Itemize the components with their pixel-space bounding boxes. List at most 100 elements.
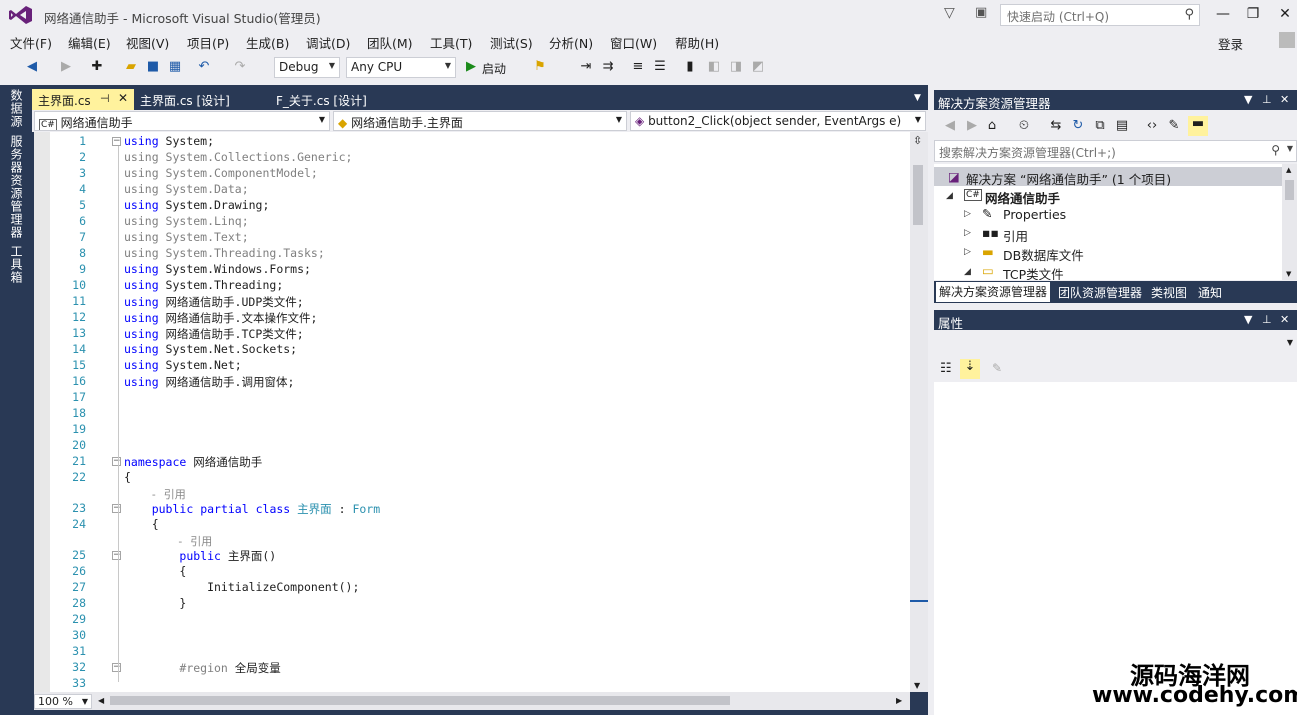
- chevron-down-icon[interactable]: ▼: [1244, 93, 1252, 106]
- scroll-right-icon[interactable]: ▶: [896, 696, 902, 705]
- menu-build[interactable]: 生成(B): [246, 33, 289, 52]
- next-bookmark-icon[interactable]: ◨: [728, 59, 744, 75]
- forward-icon[interactable]: ▶: [58, 59, 74, 75]
- tab-server-explorer[interactable]: 服务器资源管理器: [8, 135, 25, 239]
- collapsed-icon[interactable]: ▷: [964, 247, 971, 257]
- menu-test[interactable]: 测试(S): [490, 33, 533, 52]
- sync-icon[interactable]: ⇆: [1048, 118, 1064, 134]
- collapse-icon[interactable]: −: [112, 551, 121, 560]
- property-pages-wrench-icon[interactable]: ✎: [992, 361, 1002, 375]
- filter-icon[interactable]: ▽: [944, 5, 955, 21]
- properties-object-select[interactable]: ▼: [934, 333, 1297, 355]
- collapsed-icon[interactable]: ▷: [964, 228, 971, 238]
- uncomment-icon[interactable]: ☰: [652, 59, 668, 75]
- home-icon[interactable]: ⌂: [984, 118, 1000, 134]
- menu-analyze[interactable]: 分析(N): [549, 33, 593, 52]
- back-icon[interactable]: ◀: [942, 118, 958, 134]
- tab-about-design[interactable]: F_关于.cs [设计]: [270, 89, 373, 110]
- code-editor[interactable]: 1 − using System; 2 using System.Collect…: [34, 132, 910, 692]
- back-icon[interactable]: ◀: [24, 59, 40, 75]
- forward-icon[interactable]: ▶: [964, 118, 980, 134]
- minimize-button[interactable]: —: [1210, 4, 1236, 26]
- pin-icon[interactable]: ⊥: [1262, 313, 1272, 326]
- tree-item-tcp-folder[interactable]: ◢ ▭ TCP类文件: [934, 262, 1282, 280]
- member-dropdown[interactable]: ◈ button2_Click(object sender, EventArgs…: [630, 111, 926, 131]
- browser-link-icon[interactable]: ⚑: [532, 59, 548, 75]
- collapse-icon[interactable]: −: [112, 137, 121, 146]
- tab-main-form-code[interactable]: 主界面.cs ⊣ ✕: [32, 89, 134, 110]
- collapse-icon[interactable]: −: [112, 663, 121, 672]
- step-over-icon[interactable]: ⇉: [600, 59, 616, 75]
- quick-launch-input[interactable]: 快速启动 (Ctrl+Q) ⚲: [1000, 4, 1200, 26]
- solution-tree-scroll-thumb[interactable]: [1285, 180, 1294, 200]
- solution-tree-scrollbar[interactable]: ▲ ▼: [1282, 164, 1297, 280]
- menu-file[interactable]: 文件(F): [10, 33, 52, 52]
- menu-tools[interactable]: 工具(T): [430, 33, 472, 52]
- codelens-references[interactable]: - 引用: [124, 486, 185, 502]
- solution-explorer-search-input[interactable]: 搜索解决方案资源管理器(Ctrl+;) ⚲ ▼: [934, 140, 1297, 162]
- editor-scroll-thumb[interactable]: [913, 165, 923, 225]
- pin-icon[interactable]: ⊥: [1262, 93, 1272, 106]
- close-button[interactable]: ✕: [1272, 4, 1297, 26]
- tree-item-project[interactable]: ◢ C# 网络通信助手: [934, 186, 1282, 206]
- scroll-left-icon[interactable]: ◀: [98, 696, 104, 705]
- solution-config-select[interactable]: Debug ▼: [274, 57, 340, 78]
- comment-icon[interactable]: ≡: [630, 59, 646, 75]
- undo-icon[interactable]: ↶: [196, 59, 212, 75]
- alphabetical-sort-icon[interactable]: ⇣: [960, 359, 980, 379]
- tree-item-solution[interactable]: ◪ 解决方案 “网络通信助手” (1 个项目): [934, 167, 1282, 187]
- bookmark-icon[interactable]: ▮: [682, 59, 698, 75]
- tab-team-explorer[interactable]: 团队资源管理器: [1058, 284, 1142, 301]
- menu-help[interactable]: 帮助(H): [675, 33, 719, 52]
- chevron-down-icon[interactable]: ▼: [1287, 144, 1293, 153]
- project-dropdown[interactable]: C# 网络通信助手 ▼: [34, 111, 330, 131]
- tab-data-sources[interactable]: 数据源: [8, 89, 25, 128]
- split-icon[interactable]: ⇳: [913, 134, 922, 147]
- collapsed-icon[interactable]: ▷: [964, 209, 971, 219]
- menu-team[interactable]: 团队(M): [367, 33, 413, 52]
- tab-main-form-design[interactable]: 主界面.cs [设计]: [134, 89, 236, 110]
- chevron-down-icon[interactable]: ▼: [1244, 313, 1252, 326]
- login-link[interactable]: 登录: [1218, 34, 1243, 53]
- view-code-icon[interactable]: ‹›: [1144, 118, 1160, 134]
- step-into-icon[interactable]: ⇥: [578, 59, 594, 75]
- scroll-down-icon[interactable]: ▼: [914, 681, 920, 690]
- tab-solution-explorer[interactable]: 解决方案资源管理器: [936, 282, 1051, 302]
- scroll-down-icon[interactable]: ▼: [1286, 270, 1291, 278]
- menu-project[interactable]: 项目(P): [187, 33, 229, 52]
- feedback-icon[interactable]: ▣: [975, 5, 987, 20]
- tree-item-properties[interactable]: ▷ ✎ Properties: [934, 205, 1282, 224]
- zoom-select[interactable]: 100 % ▼: [34, 694, 92, 709]
- codelens-references[interactable]: - 引用: [124, 533, 212, 549]
- tree-item-db-folder[interactable]: ▷ ▬ DB数据库文件: [934, 243, 1282, 263]
- refresh-icon[interactable]: ↻: [1070, 118, 1086, 134]
- menu-debug[interactable]: 调试(D): [306, 33, 350, 52]
- menu-edit[interactable]: 编辑(E): [68, 33, 111, 52]
- restore-button[interactable]: ❐: [1240, 4, 1266, 26]
- categorized-icon[interactable]: ☷: [940, 361, 952, 376]
- collapse-icon[interactable]: −: [112, 457, 121, 466]
- save-all-icon[interactable]: ▦: [167, 59, 183, 75]
- platform-select[interactable]: Any CPU ▼: [346, 57, 456, 78]
- history-icon[interactable]: ⏲: [1016, 118, 1032, 134]
- collapse-icon[interactable]: −: [112, 504, 121, 513]
- tab-toolbox[interactable]: 工具箱: [8, 245, 25, 284]
- close-icon[interactable]: ✕: [1280, 93, 1289, 106]
- redo-icon[interactable]: ↷: [232, 59, 248, 75]
- collapse-all-icon[interactable]: ⧉: [1092, 118, 1108, 134]
- tree-item-references[interactable]: ▷ ▪▪ 引用: [934, 224, 1282, 244]
- show-all-files-icon[interactable]: ▤: [1114, 118, 1130, 134]
- menu-window[interactable]: 窗口(W): [610, 33, 657, 52]
- menu-view[interactable]: 视图(V): [126, 33, 169, 52]
- prev-bookmark-icon[interactable]: ◧: [706, 59, 722, 75]
- start-button-label[interactable]: 启动: [482, 60, 506, 77]
- horizontal-scroll-thumb[interactable]: [110, 696, 730, 705]
- pin-icon[interactable]: ⊣: [100, 92, 110, 105]
- clear-bookmarks-icon[interactable]: ◩: [750, 59, 766, 75]
- preview-icon[interactable]: ▬: [1188, 116, 1208, 136]
- class-dropdown[interactable]: ◆ 网络通信助手.主界面 ▼: [333, 111, 627, 131]
- tab-overflow-chevron-icon[interactable]: ▼: [914, 93, 921, 103]
- scroll-up-icon[interactable]: ▲: [1286, 166, 1291, 174]
- new-project-icon[interactable]: ✚: [89, 59, 105, 75]
- start-play-icon[interactable]: ▶: [463, 59, 479, 75]
